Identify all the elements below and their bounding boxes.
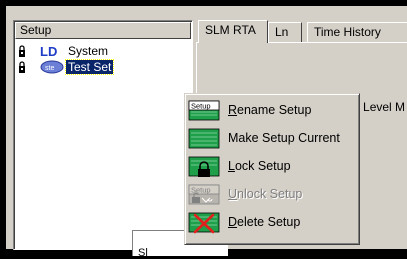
setup-tree-header[interactable]: Setup [15,22,191,39]
menu-item-unlock-setup[interactable]: Setup Unlock Setup [188,180,356,208]
svg-text:Setup: Setup [191,102,211,111]
svg-text:LD: LD [40,44,57,58]
tree-item-system[interactable]: LD System [18,43,110,59]
menu-item-label: Make Setup Current [228,131,340,145]
menu-item-label: Unlock Setup [228,187,303,201]
menu-item-rename-setup[interactable]: Setup Rename Setup [188,96,356,124]
lock-icon [19,61,25,73]
menu-item-lock-setup[interactable]: Lock Setup [188,152,356,180]
menu-item-make-setup-current[interactable]: Make Setup Current [188,124,356,152]
menu-item-label: Delete Setup [228,215,301,229]
tree-item-test-set[interactable]: ste Test Set [18,59,115,75]
context-menu: Setup Rename Setup Make Setup Current Lo… [184,93,360,245]
menu-item-delete-setup[interactable]: Delete Setup [188,208,356,236]
setup-lock-icon [188,156,220,177]
tree-item-label: System [68,44,109,58]
app-window: Setup LD System ste Test Set SLM RTA Ln … [6,6,407,259]
setup-unlock-icon: Setup [188,184,220,205]
setup-rename-icon: Setup [188,100,220,121]
tab-slm-rta[interactable]: SLM RTA [198,20,268,43]
svg-text:Setup: Setup [191,186,211,195]
lock-icon [19,45,25,57]
svg-text:ste: ste [45,65,54,72]
setup-delete-icon [188,212,220,234]
tab-strip: SLM RTA Ln Time History [196,20,407,43]
tab-time-history[interactable]: Time History [307,22,407,42]
tree-item-label: Test Set [64,59,115,75]
setup-current-icon [188,128,220,149]
setup-tree-pane[interactable]: Setup LD System ste Test Set [13,20,193,250]
setup-icon: ste [40,60,64,74]
menu-item-label: Lock Setup [228,159,291,173]
tab-ln[interactable]: Ln [268,22,302,42]
menu-item-label: Rename Setup [228,103,312,117]
system-icon: LD [40,44,57,58]
